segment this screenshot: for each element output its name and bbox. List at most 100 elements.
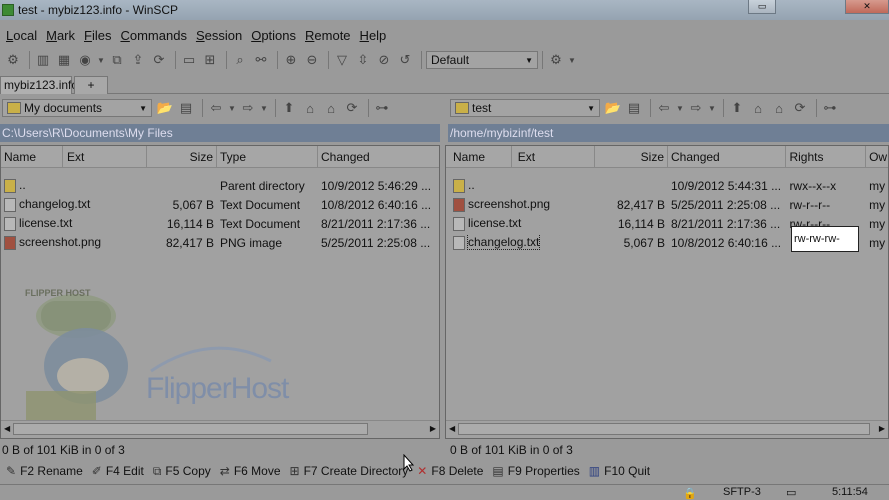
root-directory-icon[interactable]: ⌂	[749, 99, 767, 117]
synchronize-icon[interactable]: ▦	[55, 51, 73, 69]
forward-chevron-down-icon[interactable]: ▼	[708, 99, 716, 117]
back-arrow-icon[interactable]: ⇦	[207, 99, 225, 117]
left-location-select[interactable]: My documents ▼	[2, 99, 152, 117]
network-icon[interactable]: ⧉	[108, 51, 126, 69]
scroll-left-icon[interactable]: ◀	[449, 424, 455, 433]
transfer-chevron-down-icon[interactable]: ▼	[568, 51, 576, 69]
quit-icon: ▥	[588, 464, 601, 478]
parent-directory-icon[interactable]: ⬆	[728, 99, 746, 117]
col-ext[interactable]: Ext	[512, 146, 596, 167]
menu-options[interactable]: Options	[251, 28, 296, 43]
file-type: Text Document	[220, 216, 301, 231]
menu-commands[interactable]: Commands	[120, 28, 186, 43]
right-file-panel[interactable]: Name Ext Size Changed Rights Ow .. 10/9/…	[445, 145, 889, 439]
tree-view-icon[interactable]: ⊶	[373, 99, 391, 117]
scroll-right-icon[interactable]: ▶	[879, 424, 885, 433]
filter-icon[interactable]: ▽	[333, 51, 351, 69]
table-row[interactable]: .. 10/9/2012 5:44:31 ... rwx--x--x my	[446, 176, 888, 195]
home-icon[interactable]: ⌂	[322, 99, 340, 117]
clear-selection-icon[interactable]: ⊘	[375, 51, 393, 69]
forward-arrow-icon[interactable]: ⇨	[687, 99, 705, 117]
upload-icon[interactable]: ⇪	[129, 51, 147, 69]
right-horizontal-scrollbar[interactable]: ◀ ▶	[446, 420, 888, 436]
properties-button[interactable]: ▤ F9 Properties	[492, 464, 579, 478]
edit-button[interactable]: ✐ F4 Edit	[92, 464, 144, 478]
title-bar: test - mybiz123.info - WinSCP ▭ ✕	[0, 0, 889, 20]
back-chevron-down-icon[interactable]: ▼	[228, 99, 236, 117]
filter-view-icon[interactable]: ▤	[625, 99, 643, 117]
tab-new-session[interactable]: +	[74, 76, 108, 94]
col-owner[interactable]: Ow	[866, 146, 888, 167]
table-row[interactable]: changelog.txt 5,067 B Text Document 10/8…	[1, 195, 439, 214]
col-type[interactable]: Type	[217, 146, 318, 167]
menu-session[interactable]: Session	[196, 28, 242, 43]
restore-selection-icon[interactable]: ↺	[396, 51, 414, 69]
col-size[interactable]: Size	[147, 146, 217, 167]
left-horizontal-scrollbar[interactable]: ◀ ▶	[1, 420, 439, 436]
compare-icon[interactable]: ▥	[34, 51, 52, 69]
rights-edit-field[interactable]: rw-rw-rw-	[791, 226, 859, 252]
file-changed: 10/9/2012 5:46:29 ...	[321, 178, 432, 193]
putty-icon[interactable]: ⊞	[201, 51, 219, 69]
menu-files[interactable]: Files	[84, 28, 111, 43]
binoculars-icon[interactable]: ⚯	[252, 51, 270, 69]
col-size[interactable]: Size	[595, 146, 669, 167]
table-row[interactable]: screenshot.png 82,417 B 5/25/2011 2:25:0…	[446, 195, 888, 214]
filter-view-icon[interactable]: ▤	[177, 99, 195, 117]
queue-icon[interactable]: ◉	[76, 51, 94, 69]
col-name[interactable]: Name	[1, 146, 63, 167]
scroll-left-icon[interactable]: ◀	[4, 424, 10, 433]
menu-help[interactable]: Help	[360, 28, 387, 43]
right-location-select[interactable]: test ▼	[450, 99, 600, 117]
delete-button[interactable]: ✕ F8 Delete	[417, 464, 483, 478]
preferences-gear-icon[interactable]: ⚙	[4, 51, 22, 69]
transfer-profile-select[interactable]: Default ▼	[426, 51, 538, 69]
move-button[interactable]: ⇄ F6 Move	[220, 464, 281, 478]
left-column-header: Name Ext Size Type Changed	[1, 146, 439, 168]
menu-local[interactable]: Local	[6, 28, 37, 43]
col-rights[interactable]: Rights	[786, 146, 867, 167]
open-folder-icon[interactable]: 📂	[604, 99, 622, 117]
tab-session[interactable]: mybiz123.info	[0, 76, 78, 94]
minimize-button[interactable]: ▭	[748, 0, 776, 14]
close-button[interactable]: ✕	[845, 0, 889, 14]
forward-arrow-icon[interactable]: ⇨	[239, 99, 257, 117]
menu-remote[interactable]: Remote	[305, 28, 351, 43]
col-changed[interactable]: Changed	[668, 146, 787, 167]
parent-directory-icon[interactable]: ⬆	[280, 99, 298, 117]
refresh-icon[interactable]: ⟳	[343, 99, 361, 117]
refresh-icon[interactable]: ⟳	[150, 51, 168, 69]
queue-chevron-down-icon[interactable]: ▼	[97, 51, 105, 69]
scroll-right-icon[interactable]: ▶	[430, 424, 436, 433]
select-minus-icon[interactable]: ⊖	[303, 51, 321, 69]
col-name[interactable]: Name	[446, 146, 512, 167]
find-files-icon[interactable]: ⌕	[231, 51, 249, 69]
menu-mark[interactable]: Mark	[46, 28, 75, 43]
invert-selection-icon[interactable]: ⇳	[354, 51, 372, 69]
home-icon[interactable]: ⌂	[770, 99, 788, 117]
console-icon[interactable]: ▭	[180, 51, 198, 69]
back-chevron-down-icon[interactable]: ▼	[676, 99, 684, 117]
rename-button[interactable]: ✎ F2 Rename	[6, 464, 83, 478]
table-row[interactable]: license.txt 16,114 B Text Document 8/21/…	[1, 214, 439, 233]
select-plus-icon[interactable]: ⊕	[282, 51, 300, 69]
table-row[interactable]: .. Parent directory 10/9/2012 5:46:29 ..…	[1, 176, 439, 195]
transfer-settings-gear-icon[interactable]: ⚙	[547, 51, 565, 69]
forward-chevron-down-icon[interactable]: ▼	[260, 99, 268, 117]
left-file-panel[interactable]: Name Ext Size Type Changed .. Parent dir…	[0, 145, 440, 439]
col-changed[interactable]: Changed	[318, 146, 439, 167]
refresh-icon[interactable]: ⟳	[791, 99, 809, 117]
quit-button[interactable]: ▥ F10 Quit	[589, 464, 650, 478]
copy-button[interactable]: ⧉ F5 Copy	[153, 464, 211, 479]
col-ext[interactable]: Ext	[63, 146, 147, 167]
scrollbar-thumb[interactable]	[458, 422, 871, 435]
open-folder-icon[interactable]: 📂	[156, 99, 174, 117]
image-file-icon	[453, 197, 465, 212]
create-directory-button[interactable]: ⊞ F7 Create Directory	[290, 464, 409, 478]
scrollbar-thumb[interactable]	[13, 422, 369, 435]
table-row[interactable]: screenshot.png 82,417 B PNG image 5/25/2…	[1, 233, 439, 252]
tree-view-icon[interactable]: ⊶	[821, 99, 839, 117]
root-directory-icon[interactable]: ⌂	[301, 99, 319, 117]
back-arrow-icon[interactable]: ⇦	[655, 99, 673, 117]
file-owner: my	[869, 178, 886, 193]
